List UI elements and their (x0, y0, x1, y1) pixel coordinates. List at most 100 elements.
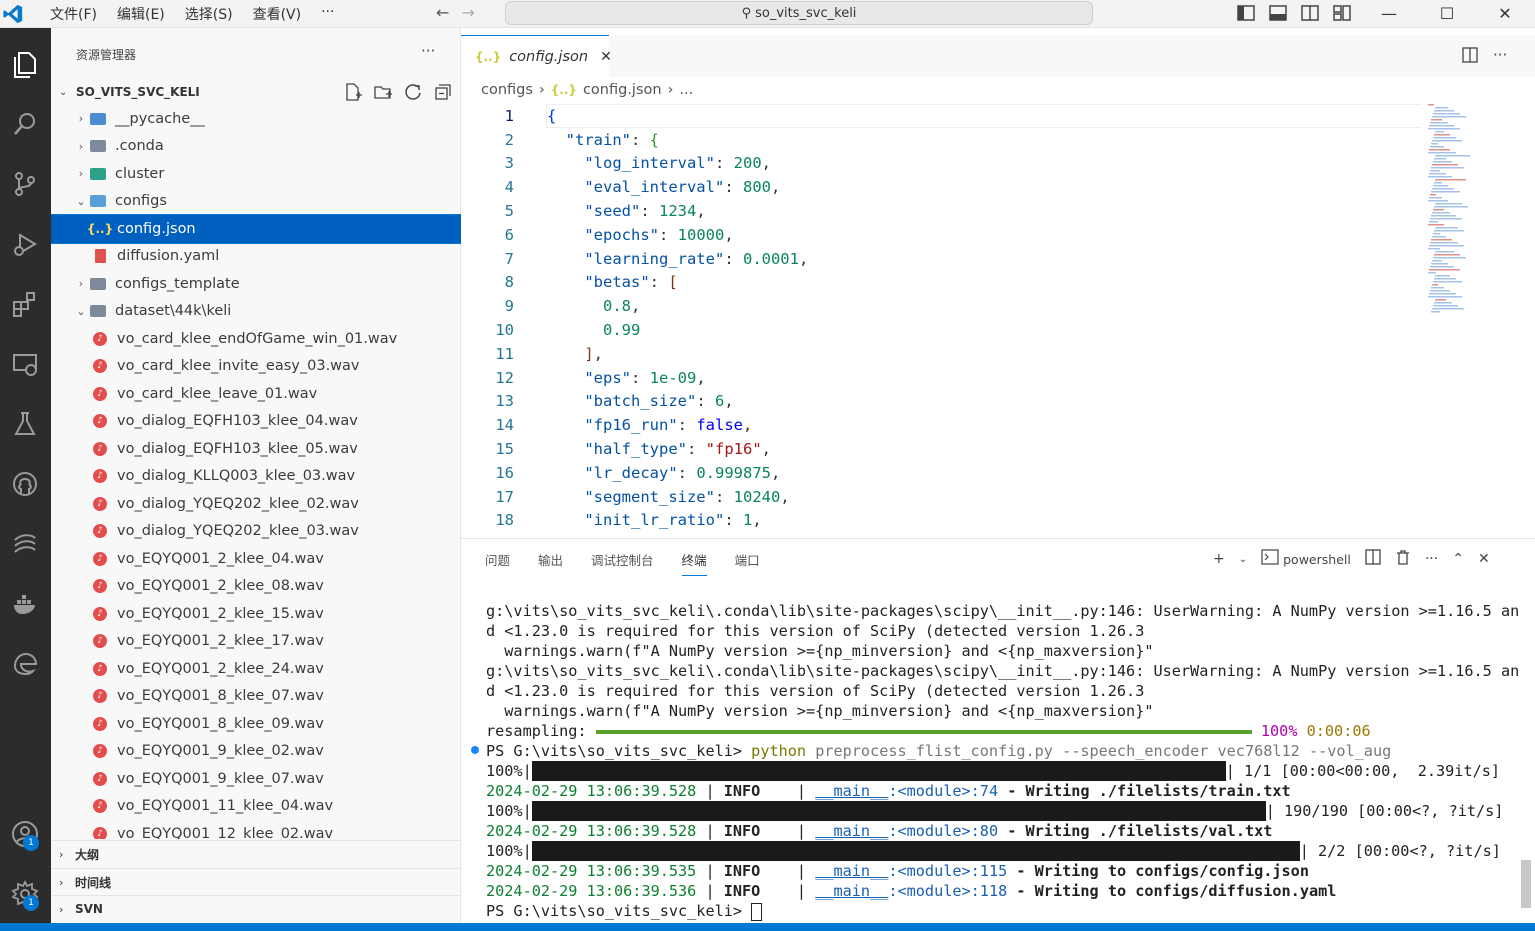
code-line[interactable]: 12 "eps": 1e-09, (461, 366, 1421, 390)
new-file-icon[interactable] (343, 82, 363, 102)
file-item-wav[interactable]: ♪ vo_dialog_EQFH103_klee_05.wav (51, 435, 461, 463)
breadcrumb-item[interactable]: config.json (583, 82, 662, 98)
file-item-wav[interactable]: ♪ vo_card_klee_endOfGame_win_01.wav (51, 325, 461, 353)
file-item-wav[interactable]: ♪ vo_EQYQ001_2_klee_17.wav (51, 628, 461, 656)
close-panel-icon[interactable]: ✕ (1478, 551, 1490, 567)
tab-config-json[interactable]: {..} config.json ✕ (461, 35, 612, 77)
file-item-wav[interactable]: ♪ vo_EQYQ001_11_klee_04.wav (51, 793, 461, 821)
timeline-section[interactable]: › 时间线 (51, 868, 461, 895)
file-item-wav[interactable]: ♪ vo_EQYQ001_2_klee_08.wav (51, 573, 461, 601)
file-item-wav[interactable]: ♪ vo_card_klee_invite_easy_03.wav (51, 353, 461, 381)
file-item-wav[interactable]: ♪ vo_dialog_EQFH103_klee_04.wav (51, 408, 461, 436)
docker-icon[interactable] (5, 584, 45, 624)
panel-tab[interactable]: 端口 (735, 550, 760, 576)
file-item-wav[interactable]: ♪ vo_dialog_YQEQ202_klee_02.wav (51, 490, 461, 518)
source-control-icon[interactable] (5, 164, 45, 204)
minimize-button[interactable]: — (1360, 0, 1418, 26)
folder-item[interactable]: ⌄ configs (51, 188, 461, 216)
remote-explorer-icon[interactable] (5, 344, 45, 384)
file-item-wav[interactable]: ♪ vo_EQYQ001_9_klee_07.wav (51, 765, 461, 793)
folder-item[interactable]: ⌄ dataset\44k\keli (51, 298, 461, 326)
folder-item[interactable]: › cluster (51, 160, 461, 188)
run-debug-icon[interactable] (5, 224, 45, 264)
code-editor[interactable]: 1{2 "train": {3 "log_interval": 200, 4 "e… (461, 104, 1421, 532)
editor-more-button[interactable]: ··· (1493, 46, 1507, 68)
code-line[interactable]: 7 "learning_rate": 0.0001, (461, 247, 1421, 271)
code-line[interactable]: 16 "lr_decay": 0.999875, (461, 461, 1421, 485)
menu-item[interactable]: ··· (311, 4, 344, 24)
file-item-wav[interactable]: ♪ vo_EQYQ001_8_klee_07.wav (51, 683, 461, 711)
testing-icon[interactable] (5, 404, 45, 444)
menu-item[interactable]: 文件(F) (40, 4, 107, 24)
code-line[interactable]: 11 ], (461, 342, 1421, 366)
code-line[interactable]: 1{ (461, 104, 1421, 128)
code-line[interactable]: 5 "seed": 1234, (461, 199, 1421, 223)
file-item-wav[interactable]: ♪ vo_dialog_YQEQ202_klee_03.wav (51, 518, 461, 546)
command-status-dot[interactable] (471, 746, 479, 754)
maximize-panel-icon[interactable]: ⌃ (1452, 551, 1464, 567)
panel-more-button[interactable]: ··· (1425, 551, 1438, 567)
panel-tab[interactable]: 终端 (681, 550, 707, 576)
new-folder-icon[interactable] (373, 82, 393, 102)
menu-item[interactable]: 查看(V) (243, 4, 312, 24)
split-editor-icon[interactable] (1461, 46, 1479, 68)
toggle-sidebar-icon[interactable] (1236, 3, 1256, 23)
file-item[interactable]: {..} config.json (51, 214, 461, 244)
maximize-button[interactable]: ☐ (1418, 0, 1476, 26)
forward-arrow-icon[interactable]: → (461, 3, 474, 22)
code-line[interactable]: 18 "init_lr_ratio": 1, (461, 509, 1421, 532)
code-line[interactable]: 2 "train": { (461, 128, 1421, 152)
folder-item[interactable]: › __pycache__ (51, 105, 461, 133)
code-line[interactable]: 9 0.8, (461, 294, 1421, 318)
code-line[interactable]: 17 "segment_size": 10240, (461, 485, 1421, 509)
menu-item[interactable]: 选择(S) (175, 4, 243, 24)
code-line[interactable]: 3 "log_interval": 200, (461, 152, 1421, 176)
close-window-button[interactable]: ✕ (1476, 0, 1534, 26)
toggle-panel-icon[interactable] (1268, 3, 1288, 23)
file-item-wav[interactable]: ♪ vo_card_klee_leave_01.wav (51, 380, 461, 408)
terminal-output[interactable]: g:\vits\so_vits_svc_keli\.conda\lib\site… (486, 601, 1526, 921)
extensions-icon[interactable] (5, 284, 45, 324)
customize-layout-icon[interactable] (1332, 3, 1352, 23)
code-line[interactable]: 14 "fp16_run": false, (461, 413, 1421, 437)
code-line[interactable]: 10 0.99 (461, 318, 1421, 342)
collapse-all-icon[interactable] (433, 82, 453, 102)
search-icon[interactable] (5, 104, 45, 144)
chevron-down-icon[interactable]: ⌄ (1239, 554, 1247, 565)
code-line[interactable]: 13 "batch_size": 6, (461, 390, 1421, 414)
new-terminal-icon[interactable]: + (1213, 551, 1225, 567)
close-tab-button[interactable]: ✕ (600, 49, 612, 65)
file-item[interactable]: diffusion.yaml (51, 243, 461, 271)
file-item-wav[interactable]: ♪ vo_EQYQ001_2_klee_24.wav (51, 655, 461, 683)
split-terminal-icon[interactable] (1365, 549, 1381, 569)
edge-devtools-icon[interactable] (5, 644, 45, 684)
folder-item[interactable]: › configs_template (51, 270, 461, 298)
explorer-more-button[interactable]: ··· (421, 42, 435, 60)
minimap[interactable] (1424, 104, 1524, 324)
folder-item[interactable]: › .conda (51, 133, 461, 161)
file-item-wav[interactable]: ♪ vo_EQYQ001_2_klee_15.wav (51, 600, 461, 628)
breadcrumb-item[interactable]: ... (679, 82, 693, 98)
shell-label[interactable]: powershell (1283, 552, 1351, 567)
refresh-icon[interactable] (403, 82, 423, 102)
github-icon[interactable] (5, 464, 45, 504)
menu-item[interactable]: 编辑(E) (107, 4, 175, 24)
breadcrumb-item[interactable]: configs (481, 82, 533, 98)
file-item-wav[interactable]: ♪ vo_EQYQ001_2_klee_04.wav (51, 545, 461, 573)
terminal-scrollbar[interactable] (1521, 860, 1531, 908)
panel-tab[interactable]: 输出 (538, 550, 563, 576)
code-line[interactable]: 6 "epochs": 10000, (461, 223, 1421, 247)
explorer-icon[interactable] (5, 44, 45, 84)
code-line[interactable]: 8 "betas": [ (461, 271, 1421, 295)
file-item-wav[interactable]: ♪ vo_EQYQ001_8_klee_09.wav (51, 710, 461, 738)
gitlens-icon[interactable] (5, 524, 45, 564)
code-line[interactable]: 15 "half_type": "fp16", (461, 437, 1421, 461)
panel-tab[interactable]: 调试控制台 (591, 550, 654, 576)
panel-tab[interactable]: 问题 (485, 550, 510, 576)
toggle-secondary-sidebar-icon[interactable] (1300, 3, 1320, 23)
back-arrow-icon[interactable]: ← (436, 3, 449, 22)
code-line[interactable]: 4 "eval_interval": 800, (461, 175, 1421, 199)
file-item-wav[interactable]: ♪ vo_EQYQ001_9_klee_02.wav (51, 738, 461, 766)
command-center-search[interactable]: ⚲ so_vits_svc_keli (505, 1, 1093, 25)
svn-section[interactable]: › SVN (51, 895, 461, 922)
